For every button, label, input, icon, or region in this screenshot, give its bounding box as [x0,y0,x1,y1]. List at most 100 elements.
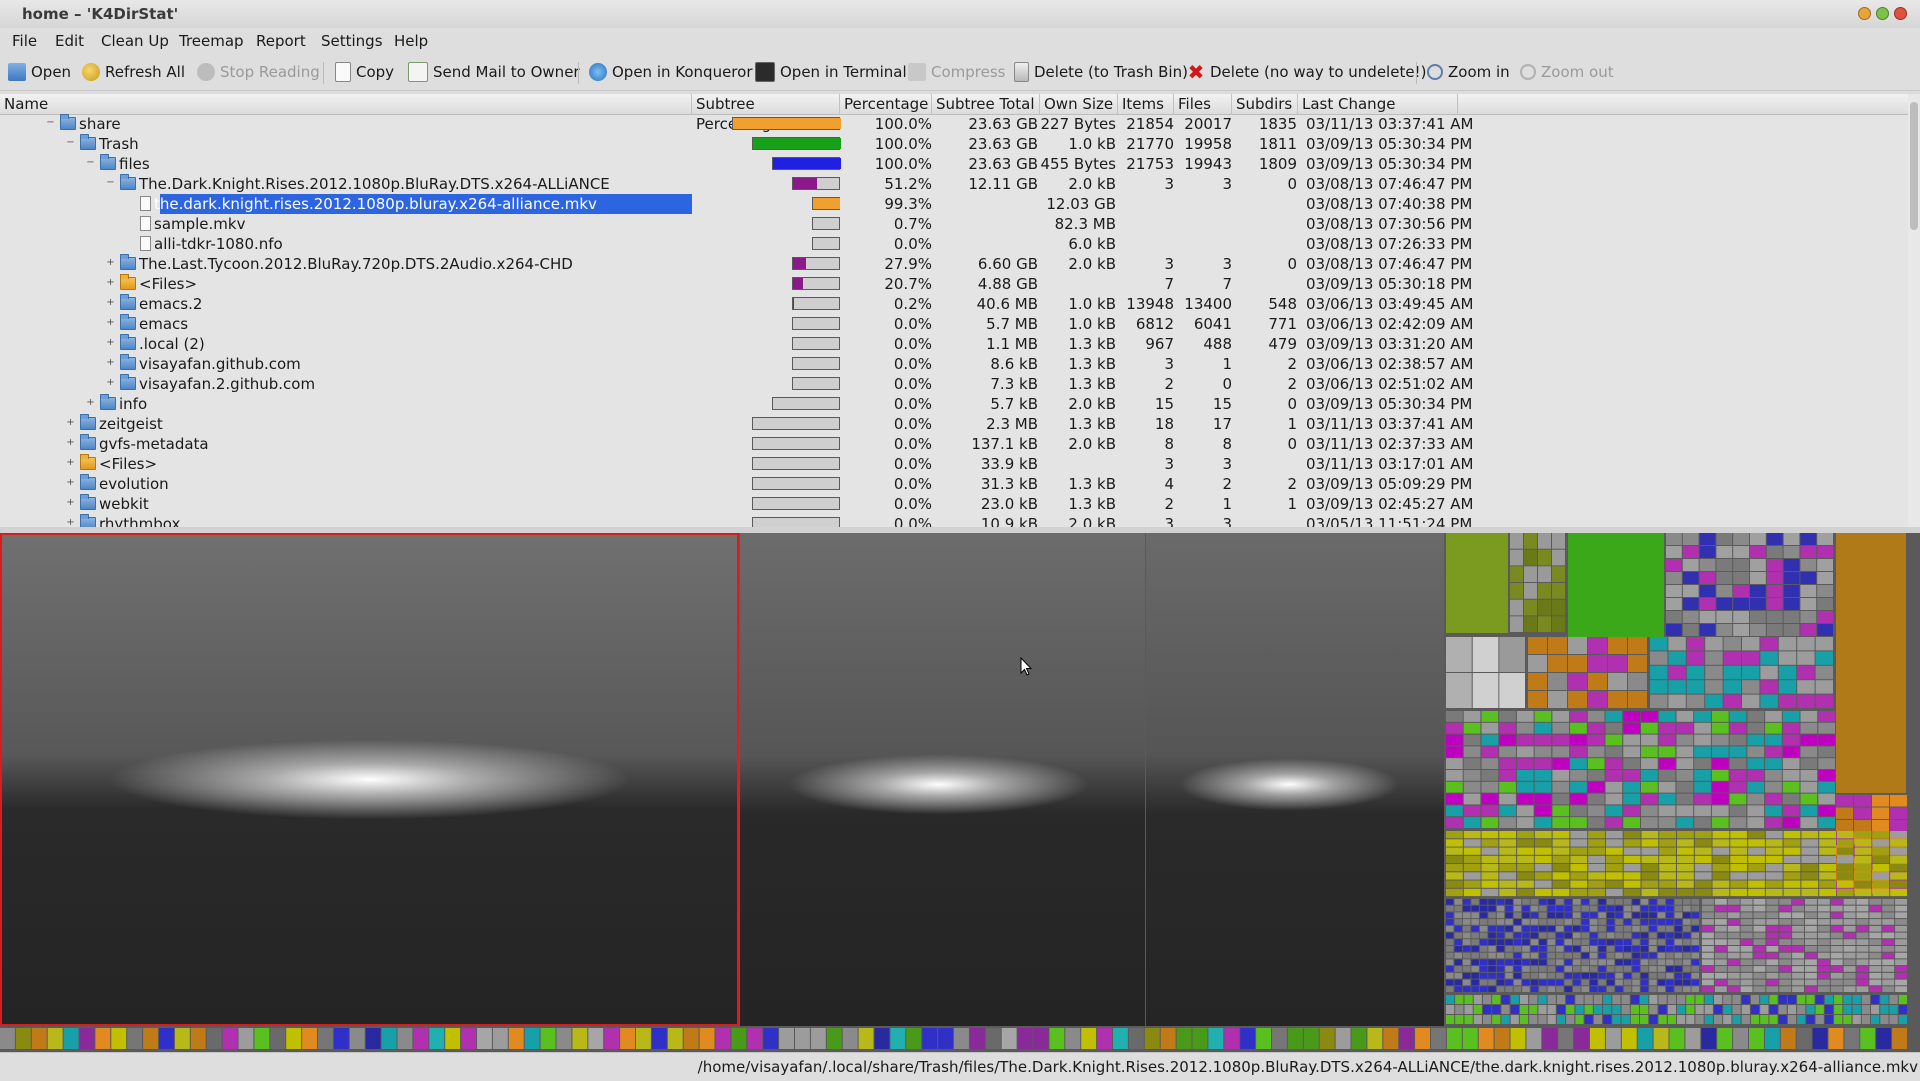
treemap-tile[interactable] [1856,925,1869,932]
treemap-tile[interactable] [1674,912,1683,919]
treemap-tile[interactable] [1792,905,1804,912]
minimize-button[interactable] [1858,7,1871,20]
treemap-tile[interactable] [1779,905,1792,912]
treemap-tile[interactable] [1869,899,1882,905]
treemap-tile[interactable] [1824,1015,1833,1024]
treemap-tile[interactable] [1666,979,1674,986]
treemap-tile[interactable] [1499,855,1517,864]
treemap-tile[interactable] [1779,959,1792,966]
treemap-tile[interactable] [1641,781,1658,793]
treemap-tile[interactable] [1818,734,1835,746]
treemap-tile[interactable] [1552,533,1565,549]
treemap-tile[interactable] [1612,1005,1621,1014]
treemap-tile[interactable] [1603,995,1612,1004]
treemap-tile[interactable] [1699,559,1716,571]
treemap-tile[interactable] [1712,888,1730,897]
treemap-tile[interactable] [1598,959,1606,966]
treemap-tile[interactable] [1499,770,1516,781]
treemap-tile[interactable] [1834,995,1843,1004]
treemap-tile[interactable] [1513,932,1522,939]
treemap-tile[interactable] [1753,959,1766,966]
treemap-tile[interactable] [1657,919,1666,925]
treemap-tile[interactable] [1805,932,1817,939]
treemap-tile[interactable] [1889,1005,1898,1014]
treemap-tile[interactable] [1505,972,1513,979]
treemap-tile[interactable] [1712,880,1730,888]
treemap-tile[interactable] [1534,734,1552,746]
treemap-tile[interactable] [1564,959,1573,966]
treemap-tile[interactable] [1513,979,1522,986]
treemap-tile[interactable] [1898,1005,1907,1014]
treemap-tile[interactable] [365,1028,381,1049]
treemap-tile[interactable] [1895,952,1907,959]
treemap-tile[interactable] [1538,566,1551,582]
treemap-tile[interactable] [1463,847,1481,855]
treemap-tile[interactable] [1657,899,1666,905]
treemap-tile[interactable] [1666,919,1674,925]
treemap-tile[interactable] [1766,611,1783,623]
treemap-tile[interactable] [1800,611,1817,623]
treemap-tile[interactable] [1801,880,1819,888]
treemap-tile[interactable] [1854,888,1872,897]
treemap-tile[interactable] [1674,966,1683,972]
treemap-tile[interactable] [1615,966,1623,972]
treemap-tile[interactable] [1640,919,1649,925]
expand-icon[interactable]: + [86,398,95,408]
treemap-tile[interactable] [1854,820,1871,832]
treemap-tile[interactable] [1766,979,1779,986]
treemap-tile[interactable] [1538,995,1547,1004]
treemap-tile[interactable] [1539,952,1547,959]
treemap-tile[interactable] [1581,899,1590,905]
treemap-tile[interactable] [1510,583,1523,599]
treemap-tile[interactable] [1753,979,1766,986]
treemap-tile[interactable] [1880,995,1889,1004]
treemap-tile[interactable] [143,1028,158,1049]
treemap-tile[interactable] [1787,1015,1797,1024]
treemap-tile[interactable] [1668,651,1686,665]
treemap-tile[interactable] [1534,872,1552,880]
treemap-tile[interactable] [1606,986,1615,992]
treemap-tile[interactable] [1478,1028,1494,1049]
treemap-tile[interactable] [1843,966,1856,972]
treemap-tile[interactable] [1666,946,1674,952]
treemap-tile[interactable] [1683,905,1691,912]
treemap-tile[interactable] [1488,939,1496,945]
treemap-tile[interactable] [1801,864,1819,872]
treemap-tile[interactable] [1765,880,1783,888]
treemap-tile[interactable] [1481,880,1499,888]
treemap-tile[interactable] [1753,972,1766,979]
treemap-tile[interactable] [1552,805,1570,817]
treemap-tile[interactable] [1589,972,1598,979]
treemap-tile[interactable] [1530,919,1539,925]
treemap-tile[interactable] [1454,972,1463,979]
treemap-tile[interactable] [1674,899,1683,905]
treemap-tile[interactable] [1843,959,1856,966]
treemap-tile[interactable] [1513,972,1522,979]
treemap-tile[interactable] [1760,637,1778,651]
treemap-tile[interactable] [1882,912,1895,919]
treemap-tile[interactable] [1446,959,1454,966]
treemap-tile[interactable] [1552,746,1570,758]
treemap-tile[interactable] [1779,925,1792,932]
treemap-tile[interactable] [1463,839,1481,847]
treemap-tile[interactable] [1640,986,1649,992]
treemap-tile[interactable] [1872,831,1890,839]
treemap-tile[interactable] [1714,972,1727,979]
treemap-tile[interactable] [1830,925,1843,932]
treemap-tile[interactable] [1828,1028,1844,1049]
treemap-tile[interactable] [1632,979,1640,986]
treemap-tile[interactable] [1464,995,1473,1004]
treemap-tile[interactable] [1818,781,1835,793]
treemap-tile[interactable] [1623,711,1640,722]
treemap-tile[interactable] [1677,839,1694,847]
treemap-tile[interactable] [1538,599,1551,616]
treemap-tile[interactable] [1446,986,1454,992]
treemap-tile[interactable] [1694,781,1711,793]
treemap-tile[interactable] [1716,585,1733,597]
treemap-tile[interactable] [1463,770,1481,781]
treemap-tile[interactable] [1667,995,1676,1004]
treemap-tile[interactable] [1589,925,1598,932]
treemap-tile[interactable] [1779,932,1792,939]
treemap-tile[interactable] [1817,925,1830,932]
treemap-tile[interactable] [1817,899,1830,905]
